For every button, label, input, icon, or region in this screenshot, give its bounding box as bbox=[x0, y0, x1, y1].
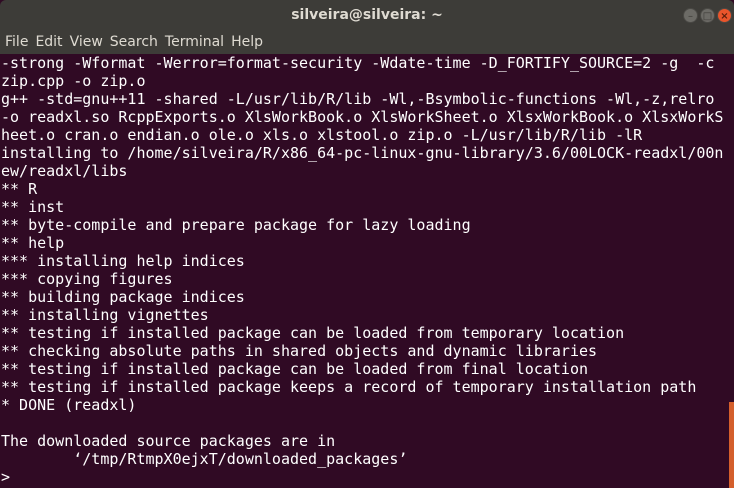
minimize-button[interactable]: – bbox=[683, 8, 698, 23]
menu-terminal[interactable]: Terminal bbox=[165, 31, 224, 54]
close-button[interactable]: × bbox=[717, 8, 732, 23]
terminal-line: ew/readxl/libs bbox=[1, 162, 128, 180]
terminal-line: -strong -Wformat -Werror=format-security… bbox=[1, 54, 715, 72]
menu-edit[interactable]: Edit bbox=[35, 31, 62, 54]
terminal-line: *** copying figures bbox=[1, 270, 173, 288]
terminal-line: ** inst bbox=[1, 198, 65, 216]
terminal-line: * DONE (readxl) bbox=[1, 396, 137, 414]
window-title: silveira@silveira: ~ bbox=[291, 7, 443, 23]
terminal-line: ‘/tmp/RtmpX0ejxT/downloaded_packages’ bbox=[1, 450, 408, 468]
menu-search[interactable]: Search bbox=[110, 31, 158, 54]
terminal-line: The downloaded source packages are in bbox=[1, 432, 336, 450]
terminal-line: zip.cpp -o zip.o bbox=[1, 72, 146, 90]
title-bar[interactable]: silveira@silveira: ~ – □ × bbox=[0, 0, 734, 31]
terminal-line: ** R bbox=[1, 180, 38, 198]
terminal-line: ** building package indices bbox=[1, 288, 245, 306]
scrollbar[interactable] bbox=[729, 402, 734, 488]
maximize-button[interactable]: □ bbox=[700, 8, 715, 23]
terminal-prompt: > bbox=[1, 468, 11, 486]
menu-help[interactable]: Help bbox=[231, 31, 263, 54]
terminal-line: installing to /home/silveira/R/x86_64-pc… bbox=[1, 144, 724, 162]
terminal-line: ** testing if installed package keeps a … bbox=[1, 378, 697, 396]
terminal-line: ** testing if installed package can be l… bbox=[1, 360, 588, 378]
terminal-line: ** testing if installed package can be l… bbox=[1, 324, 625, 342]
terminal-line: heet.o cran.o endian.o ole.o xls.o xlsto… bbox=[1, 126, 643, 144]
terminal-line: ** byte-compile and prepare package for … bbox=[1, 216, 471, 234]
terminal-output[interactable]: -strong -Wformat -Werror=format-security… bbox=[1, 54, 729, 488]
terminal-line: -o readxl.so RcppExports.o XlsWorkBook.o… bbox=[1, 108, 724, 126]
terminal-line: g++ -std=gnu++11 -shared -L/usr/lib/R/li… bbox=[1, 90, 715, 108]
menu-bar: File Edit View Search Terminal Help bbox=[0, 31, 734, 54]
terminal-line: ** installing vignettes bbox=[1, 306, 209, 324]
terminal-line: ** checking absolute paths in shared obj… bbox=[1, 342, 598, 360]
terminal-line: ** help bbox=[1, 234, 65, 252]
menu-file[interactable]: File bbox=[5, 31, 28, 54]
menu-view[interactable]: View bbox=[70, 31, 103, 54]
terminal-line: *** installing help indices bbox=[1, 252, 245, 270]
